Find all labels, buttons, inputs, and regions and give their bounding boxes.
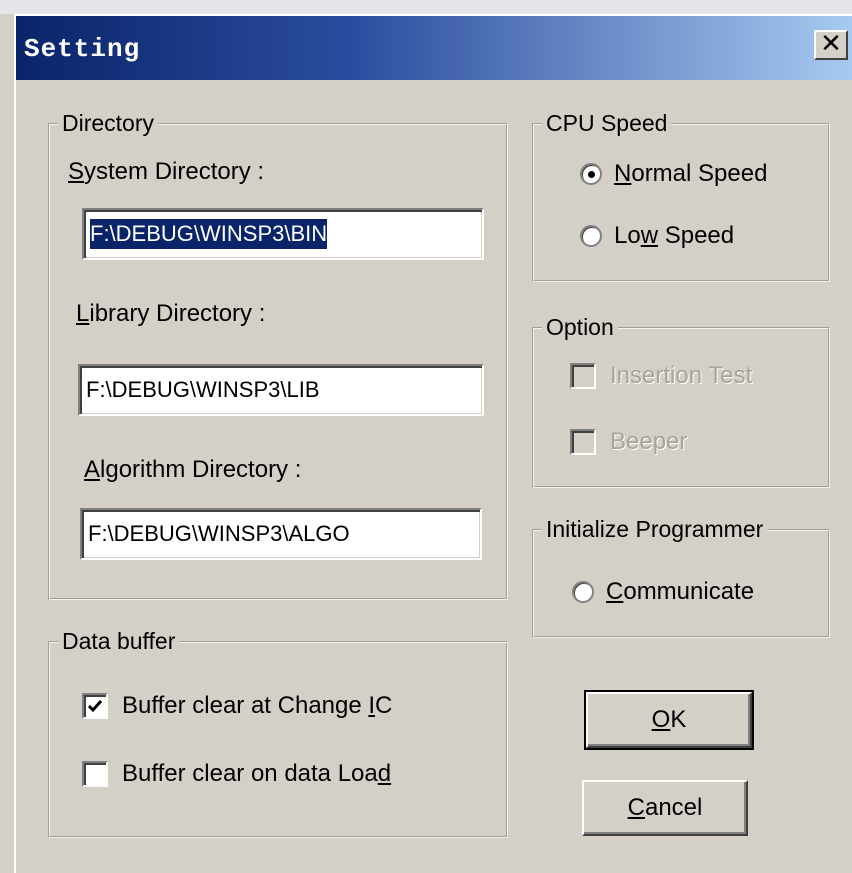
initialize-programmer-legend: Initialize Programmer (542, 516, 768, 543)
communicate-label: Communicate (606, 578, 755, 605)
beeper-box (570, 429, 596, 455)
normal-speed-radio-circle[interactable] (580, 163, 602, 185)
buffer-clear-data-load-label: Buffer clear on data Load (122, 760, 392, 787)
window-title: Setting (24, 34, 141, 64)
initialize-programmer-group: Initialize Programmer (532, 516, 830, 638)
algorithm-directory-input[interactable]: F:\DEBUG\WINSP3\ALGO (80, 508, 482, 560)
close-button[interactable]: ✕ (814, 30, 848, 60)
normal-speed-label: Normal Speed (614, 160, 768, 187)
buffer-clear-data-load-checkbox[interactable]: Buffer clear on data Load (82, 760, 391, 788)
communicate-radio[interactable]: Communicate (572, 578, 754, 606)
cpu-speed-group: CPU Speed (532, 110, 830, 282)
insertion-test-checkbox: Insertion Test (570, 362, 752, 390)
library-directory-value: F:\DEBUG\WINSP3\LIB (86, 377, 320, 402)
ok-button-label: OK (651, 706, 687, 733)
beeper-label: Beeper (610, 428, 688, 455)
algorithm-directory-label: Algorithm Directory : (84, 456, 302, 483)
buffer-clear-change-ic-label: Buffer clear at Change IC (122, 692, 393, 719)
title-bar[interactable]: Setting ✕ (14, 14, 852, 80)
cancel-button[interactable]: Cancel (582, 780, 748, 836)
insertion-test-box (570, 363, 596, 389)
normal-speed-radio[interactable]: Normal Speed (580, 160, 767, 188)
insertion-test-label: Insertion Test (610, 362, 753, 389)
option-legend: Option (542, 314, 618, 341)
data-buffer-group: Data buffer (48, 628, 508, 838)
low-speed-radio-circle[interactable] (580, 225, 602, 247)
algorithm-directory-value: F:\DEBUG\WINSP3\ALGO (88, 521, 350, 546)
radio-selected-dot (588, 171, 595, 178)
ok-button[interactable]: OK (584, 690, 754, 750)
cpu-speed-legend: CPU Speed (542, 110, 672, 137)
data-buffer-legend: Data buffer (58, 628, 180, 655)
communicate-radio-circle[interactable] (572, 581, 594, 603)
buffer-clear-change-ic-checkbox[interactable]: Buffer clear at Change IC (82, 692, 392, 720)
system-directory-input[interactable]: F:\DEBUG\WINSP3\BIN (82, 208, 484, 260)
cancel-button-label: Cancel (627, 794, 703, 821)
option-group: Option (532, 314, 830, 488)
library-directory-label: Library Directory : (76, 300, 266, 327)
low-speed-radio[interactable]: Low Speed (580, 222, 734, 250)
buffer-clear-data-load-box[interactable] (82, 761, 108, 787)
buffer-clear-change-ic-box[interactable] (82, 693, 108, 719)
low-speed-label: Low Speed (614, 222, 735, 249)
checkmark-icon (87, 700, 103, 713)
system-directory-value: F:\DEBUG\WINSP3\BIN (90, 219, 328, 249)
close-icon: ✕ (820, 29, 842, 59)
beeper-checkbox: Beeper (570, 428, 687, 456)
background-window-strip (0, 0, 852, 14)
library-directory-input[interactable]: F:\DEBUG\WINSP3\LIB (78, 364, 484, 416)
dialog-body: Directory System Directory : F:\DEBUG\WI… (14, 80, 852, 873)
system-directory-label: System Directory : (68, 158, 265, 185)
directory-legend: Directory (58, 110, 159, 137)
